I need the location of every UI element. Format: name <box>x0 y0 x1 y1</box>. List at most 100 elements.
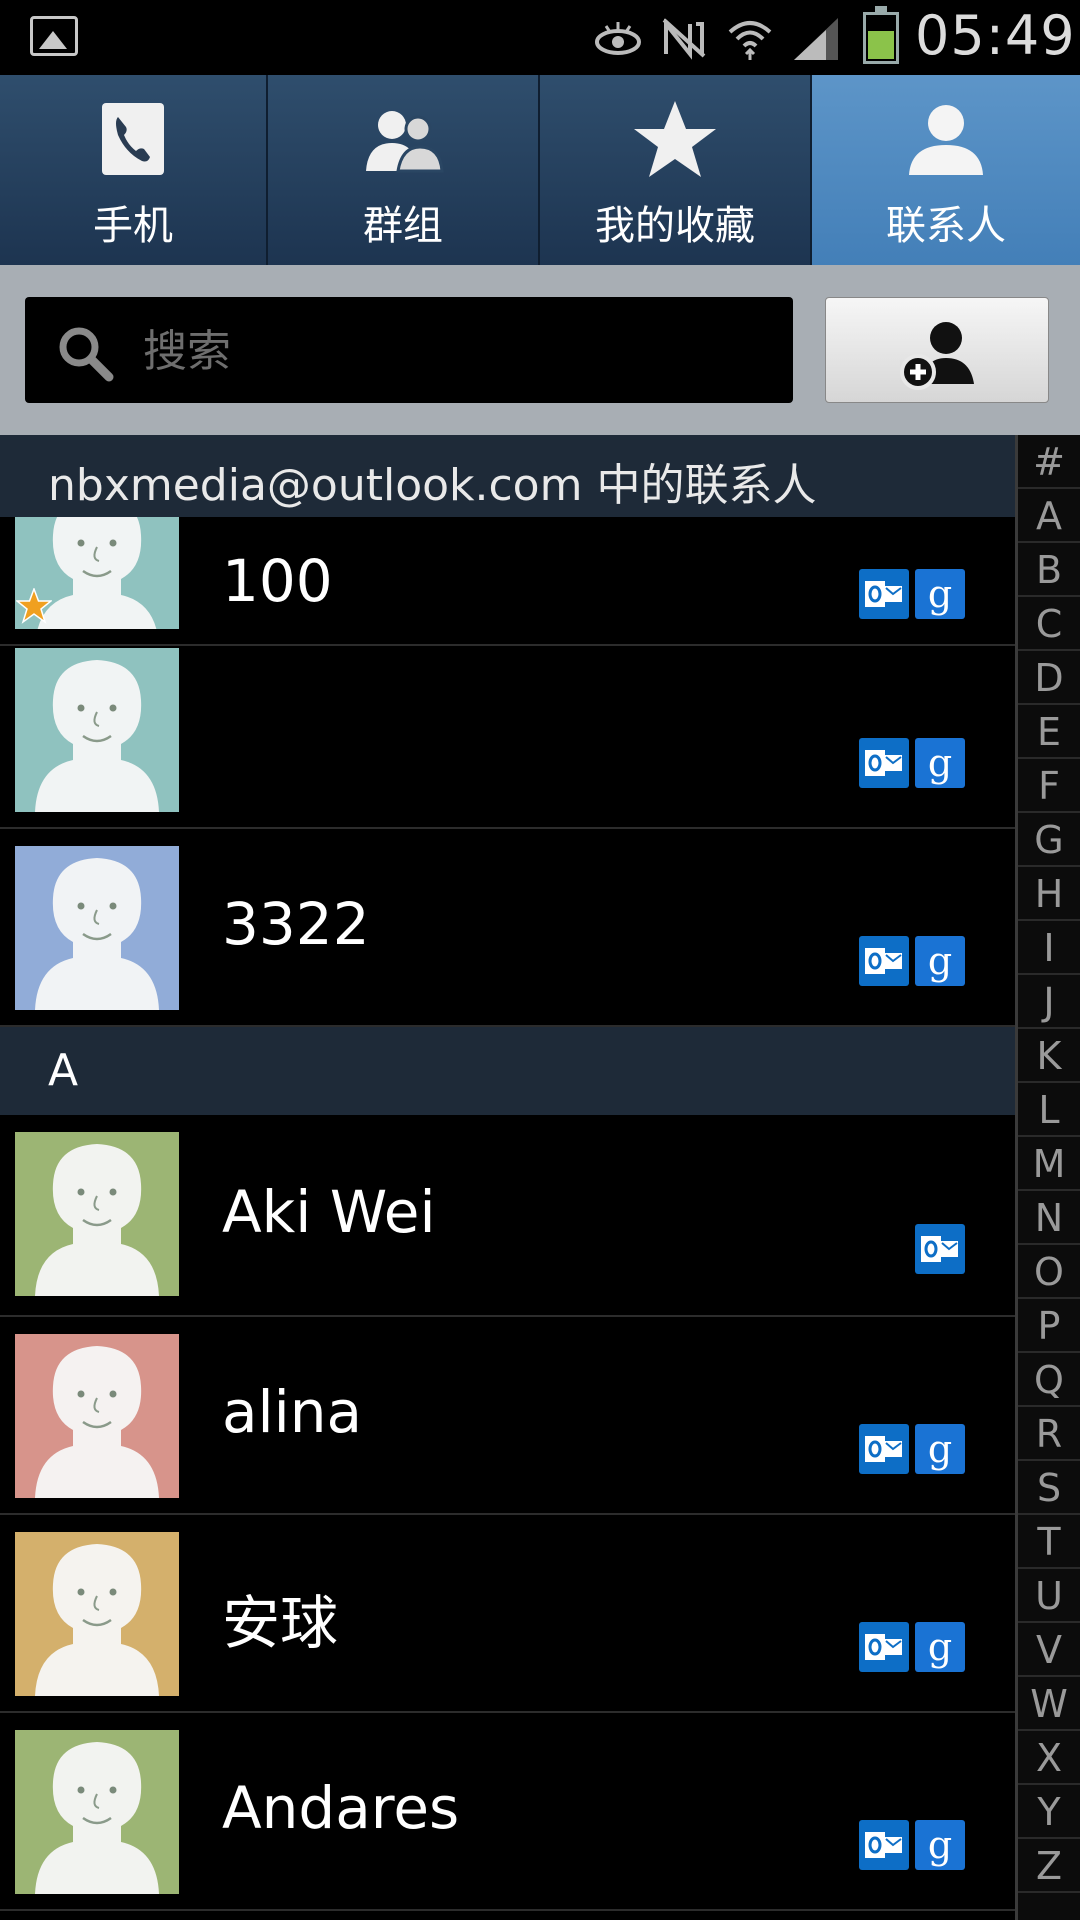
search-input[interactable] <box>141 315 765 387</box>
tab-groups[interactable]: 群组 <box>268 75 540 265</box>
account-header: nbxmedia@outlook.com 中的联系人 <box>0 435 1015 517</box>
account-header-label: nbxmedia@outlook.com 中的联系人 <box>48 460 817 511</box>
contact-row[interactable]: Aki Wei <box>0 1115 1015 1317</box>
index-letter[interactable]: C <box>1018 597 1080 651</box>
smart-stay-eye-icon <box>595 22 641 55</box>
section-header: A <box>0 1027 1015 1115</box>
tab-label: 手机 <box>93 203 173 249</box>
index-letter[interactable]: E <box>1018 705 1080 759</box>
account-badges: g <box>859 1622 965 1672</box>
index-letter[interactable]: U <box>1018 1569 1080 1623</box>
index-letter[interactable]: V <box>1018 1623 1080 1677</box>
contact-row[interactable]: g <box>0 631 1015 829</box>
index-letter[interactable]: # <box>1018 435 1080 489</box>
no-nfc-icon <box>662 18 706 60</box>
contact-avatar[interactable] <box>15 648 179 812</box>
index-letter[interactable]: G <box>1018 813 1080 867</box>
contact-avatar[interactable] <box>15 846 179 1010</box>
outlook-icon <box>859 569 909 619</box>
tab-label: 联系人 <box>886 203 1006 249</box>
status-clock: 05:49 <box>915 4 1076 67</box>
index-letter[interactable]: P <box>1018 1299 1080 1353</box>
google-icon: g <box>915 936 965 986</box>
index-letter[interactable]: F <box>1018 759 1080 813</box>
status-bar: 05:49 <box>0 0 1080 75</box>
person-icon <box>909 105 983 175</box>
outlook-icon <box>859 1424 909 1474</box>
gallery-icon <box>30 16 78 56</box>
index-letter[interactable]: H <box>1018 867 1080 921</box>
index-letter[interactable]: S <box>1018 1461 1080 1515</box>
index-letter[interactable]: Q <box>1018 1353 1080 1407</box>
phone-icon <box>102 103 164 175</box>
google-icon: g <box>915 1622 965 1672</box>
contact-row[interactable]: 安球 g <box>0 1515 1015 1713</box>
outlook-icon <box>859 936 909 986</box>
google-icon: g <box>915 569 965 619</box>
index-letter[interactable]: B <box>1018 543 1080 597</box>
index-letter[interactable]: J <box>1018 975 1080 1029</box>
tab-label: 我的收藏 <box>595 203 755 249</box>
contact-row[interactable]: alina g <box>0 1317 1015 1515</box>
outlook-icon <box>859 738 909 788</box>
contact-avatar[interactable] <box>15 1334 179 1498</box>
alphabet-index-bar[interactable]: # A B C D E F G H I J K L M N O P Q R S T U V W X Y Z <box>1015 435 1080 1920</box>
contact-name: Andares <box>222 1774 460 1842</box>
google-icon: g <box>915 738 965 788</box>
tab-bar: 手机 群组 我的收藏 联系人 <box>0 75 1080 265</box>
index-letter[interactable]: A <box>1018 489 1080 543</box>
tab-label: 群组 <box>363 203 443 249</box>
index-letter[interactable]: I <box>1018 921 1080 975</box>
contact-avatar[interactable] <box>15 1532 179 1696</box>
index-letter[interactable]: W <box>1018 1677 1080 1731</box>
index-letter[interactable]: K <box>1018 1029 1080 1083</box>
contact-name: alina <box>222 1378 363 1446</box>
section-letter: A <box>48 1045 79 1096</box>
account-badges <box>915 1224 965 1274</box>
outlook-icon <box>859 1622 909 1672</box>
index-letter[interactable]: N <box>1018 1191 1080 1245</box>
contact-row[interactable]: 3322 g <box>0 829 1015 1027</box>
signal-icon <box>794 18 838 60</box>
contact-name: 3322 <box>222 890 370 958</box>
favorite-star-icon <box>16 588 52 624</box>
add-contact-button[interactable] <box>825 297 1049 403</box>
account-badges: g <box>859 1820 965 1870</box>
tab-favorites[interactable]: 我的收藏 <box>540 75 812 265</box>
account-badges: g <box>859 936 965 986</box>
search-box[interactable] <box>25 297 793 403</box>
index-letter[interactable]: L <box>1018 1083 1080 1137</box>
search-icon <box>59 327 114 382</box>
index-letter[interactable]: R <box>1018 1407 1080 1461</box>
google-icon: g <box>915 1820 965 1870</box>
groups-icon <box>366 111 444 173</box>
index-letter[interactable]: O <box>1018 1245 1080 1299</box>
account-badges: g <box>859 1424 965 1474</box>
contact-list[interactable]: 100 g g 3322 g A Aki Wei alina g 安球 g Andares g <box>0 517 1015 1920</box>
add-contact-icon <box>900 322 974 390</box>
star-icon <box>634 101 716 177</box>
account-badges: g <box>859 738 965 788</box>
outlook-icon <box>859 1820 909 1870</box>
index-letter[interactable]: X <box>1018 1731 1080 1785</box>
wifi-icon <box>728 21 772 60</box>
battery-icon <box>863 6 899 64</box>
contact-row[interactable]: Andares g <box>0 1713 1015 1911</box>
index-letter[interactable]: Z <box>1018 1839 1080 1893</box>
contact-avatar[interactable] <box>15 1730 179 1894</box>
google-icon: g <box>915 1424 965 1474</box>
index-letter[interactable]: Y <box>1018 1785 1080 1839</box>
tab-contacts[interactable]: 联系人 <box>812 75 1080 265</box>
contact-avatar[interactable] <box>15 1132 179 1296</box>
outlook-icon <box>915 1224 965 1274</box>
contact-name: 安球 <box>222 1589 339 1657</box>
index-letter[interactable]: M <box>1018 1137 1080 1191</box>
account-badges: g <box>859 569 965 619</box>
search-row <box>0 265 1080 435</box>
index-letter[interactable]: D <box>1018 651 1080 705</box>
contact-name: Aki Wei <box>222 1178 436 1246</box>
contact-row[interactable]: 100 g <box>0 517 1015 646</box>
index-letter[interactable]: T <box>1018 1515 1080 1569</box>
contact-name: 100 <box>222 547 333 615</box>
tab-phone[interactable]: 手机 <box>0 75 268 265</box>
